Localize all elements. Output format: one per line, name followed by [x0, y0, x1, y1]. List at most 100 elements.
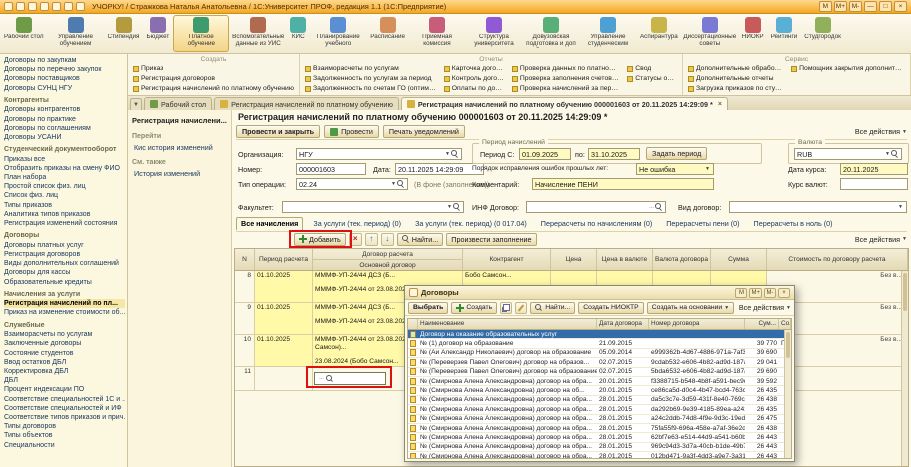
ribbon-section[interactable]: Приемная комиссия — [409, 15, 465, 52]
lookup-icon[interactable] — [453, 203, 461, 211]
dialog-window-button[interactable]: M- — [764, 288, 776, 298]
ribbon-section[interactable]: Вспомогательные данные из УИС — [230, 15, 286, 52]
sidebar-item[interactable]: Типы приказов — [4, 201, 125, 210]
sidebar-item[interactable]: Договоры по закупкам — [4, 56, 125, 65]
action-link[interactable]: Контроль договоров — [444, 74, 504, 83]
action-link[interactable]: Проверка начислений за период — [512, 84, 619, 93]
column-header[interactable]: Цена — [551, 249, 597, 270]
scrollbar-thumb[interactable] — [786, 332, 790, 358]
dialog-column-header[interactable]: Со... — [779, 319, 791, 329]
window-button[interactable]: □ — [879, 1, 892, 12]
dropdown-icon[interactable]: ▼ — [704, 167, 711, 172]
scrollbar-thumb[interactable] — [903, 273, 907, 311]
contract-row[interactable]: № (Аи Александр Николаевич) договор на о… — [408, 349, 791, 358]
action-link[interactable]: Регистрация договоров — [133, 74, 294, 83]
period-from-field[interactable]: 01.09.2025 — [519, 148, 571, 160]
create-based-on-button[interactable]: Создать на основании▼ — [647, 302, 734, 314]
dialog-vertical-scrollbar[interactable] — [784, 330, 791, 458]
organization-field[interactable]: НГУ▼ — [296, 148, 462, 160]
date-field[interactable]: 20.11.2025 14:29:09 — [395, 163, 484, 175]
edit-button[interactable] — [515, 302, 527, 314]
sidebar-item[interactable]: Состояние студентов — [4, 349, 125, 358]
action-link[interactable]: Карточка договора — [444, 64, 504, 73]
currency-field[interactable]: RUB▼ — [794, 148, 902, 160]
column-header[interactable]: N — [235, 249, 255, 270]
set-period-button[interactable]: Задать период — [646, 147, 707, 160]
action-link[interactable]: Загрузка приказов по студентам из УИС — [688, 84, 783, 93]
ribbon-section[interactable]: Бюджет — [143, 15, 172, 52]
contract-row[interactable]: № (Смирнова Алена Александровна) договор… — [408, 386, 791, 395]
sidebar-item[interactable]: Договоры по соглашениям — [4, 124, 125, 133]
action-link[interactable]: Оплаты по договорам — [444, 84, 504, 93]
faculty-field[interactable]: ▼ — [282, 201, 464, 213]
contract-row[interactable]: № (Переверзев Павел Олегович) договор на… — [408, 358, 791, 367]
dropdown-icon[interactable]: ▼ — [884, 152, 891, 157]
print-notifications-button[interactable]: Печать уведомлений — [383, 125, 465, 138]
charges-tab[interactable]: Все начисления — [236, 217, 303, 230]
window-tab[interactable]: Рабочий стол — [144, 97, 212, 110]
window-tab[interactable]: Регистрация начислений по платному обуче… — [401, 97, 728, 110]
window-button[interactable]: M+ — [834, 1, 847, 12]
find-button[interactable]: Найти... — [397, 233, 444, 246]
contract-row[interactable]: № (Смирнова Алена Александровна) договор… — [408, 443, 791, 452]
sidebar-item[interactable]: Приказы все — [4, 155, 125, 164]
sidebar-item[interactable]: Отобразить приказы на смену ФИО — [4, 164, 125, 173]
sidebar-item[interactable]: Договоры платных услуг — [4, 241, 125, 250]
contract-row[interactable]: № (Смирнова Алена Александровна) договор… — [408, 452, 791, 459]
column-header[interactable]: Валюта договора — [653, 249, 711, 270]
sidebar-item[interactable]: Типы объектов — [4, 431, 125, 440]
action-link[interactable]: Проверка данных по платному обучению — [512, 64, 619, 73]
sidebar-item[interactable]: Приказ на изменение стоимости об... — [4, 308, 125, 317]
rate-date-field[interactable]: 20.11.2025 — [840, 163, 908, 175]
column-header[interactable]: Цена в валюте — [597, 249, 653, 270]
action-link[interactable]: Задолженность по счетам ГО (оптимизирова… — [305, 84, 436, 93]
sidebar-item[interactable]: Процент индексации ПО — [4, 385, 125, 394]
ribbon-section[interactable]: Стипендия — [105, 15, 143, 52]
lookup-icon[interactable] — [891, 150, 899, 158]
action-link[interactable]: Статусы обучен... — [627, 74, 677, 83]
sidebar-item[interactable]: ДБЛ — [4, 376, 125, 385]
preview-icon[interactable] — [40, 2, 49, 11]
dropdown-icon[interactable]: ▼ — [390, 182, 397, 187]
dialog-window-button[interactable]: M — [735, 288, 747, 298]
sidebar-item[interactable]: Список физ. лиц — [4, 191, 125, 200]
ribbon-section[interactable]: Управление обучением — [48, 15, 104, 52]
sidebar-item[interactable]: Регистрация договоров — [4, 250, 125, 259]
ribbon-section[interactable]: Аспирантура — [637, 15, 681, 52]
window-button[interactable]: M- — [849, 1, 862, 12]
ribbon-section[interactable]: Управление студенческим составом — [580, 15, 636, 52]
action-link[interactable]: Дополнительные обработки — [688, 64, 783, 73]
window-tab[interactable]: Регистрация начислений по платному обуче… — [214, 97, 399, 110]
action-link[interactable]: Задолженность по услугам за период — [305, 74, 436, 83]
contract-row[interactable]: № (Смирнова Алена Александровна) договор… — [408, 433, 791, 442]
dropdown-icon[interactable]: ▼ — [444, 152, 451, 157]
charges-tab[interactable]: Перерасчеты по начислениям (0) — [537, 218, 656, 230]
lookup-icon[interactable] — [326, 375, 334, 383]
move-up-button[interactable]: ↑ — [365, 233, 378, 246]
ribbon-section[interactable]: Платное обучение — [173, 15, 229, 52]
calendar-icon[interactable] — [64, 2, 73, 11]
column-header[interactable]: Стоимость по договору расчета — [767, 249, 908, 270]
operation-type-field[interactable]: 02.24▼ — [296, 178, 408, 190]
ribbon-section[interactable]: Рейтинги — [768, 15, 801, 52]
print-icon[interactable] — [28, 2, 37, 11]
window-button[interactable]: — — [864, 1, 877, 12]
contract-row[interactable]: № (Смирнова Алена Александровна) договор… — [408, 424, 791, 433]
lookup-icon[interactable] — [451, 150, 459, 158]
grid-all-actions-button[interactable]: Все действия▼ — [855, 235, 907, 244]
sidebar-item[interactable]: Договоры по практике — [4, 115, 125, 124]
info-icon[interactable] — [76, 2, 85, 11]
sidebar-item[interactable]: Ввод остатков ДБЛ — [4, 358, 125, 367]
error-correction-field[interactable]: Не ошибка▼ — [636, 163, 714, 175]
ribbon-section[interactable]: Рабочий стол — [1, 15, 47, 52]
lookup-icon[interactable] — [655, 203, 663, 211]
dialog-find-button[interactable]: Найти... — [530, 302, 575, 314]
ribbon-section[interactable]: Довузовская подготовка и доп образование — [523, 15, 579, 52]
ribbon-section[interactable]: Структура университета — [466, 15, 522, 52]
sidebar-item[interactable]: Регистрация изменений состояния — [4, 219, 125, 228]
post-button[interactable]: Провести — [324, 125, 379, 138]
dialog-column-header[interactable]: Сум... — [745, 319, 779, 329]
sidebar-item[interactable]: Соответствие специальностей 1С и ... — [4, 395, 125, 404]
sidebar-item[interactable]: Простой список физ. лиц — [4, 182, 125, 191]
fill-button[interactable]: Произвести заполнение — [446, 233, 536, 246]
